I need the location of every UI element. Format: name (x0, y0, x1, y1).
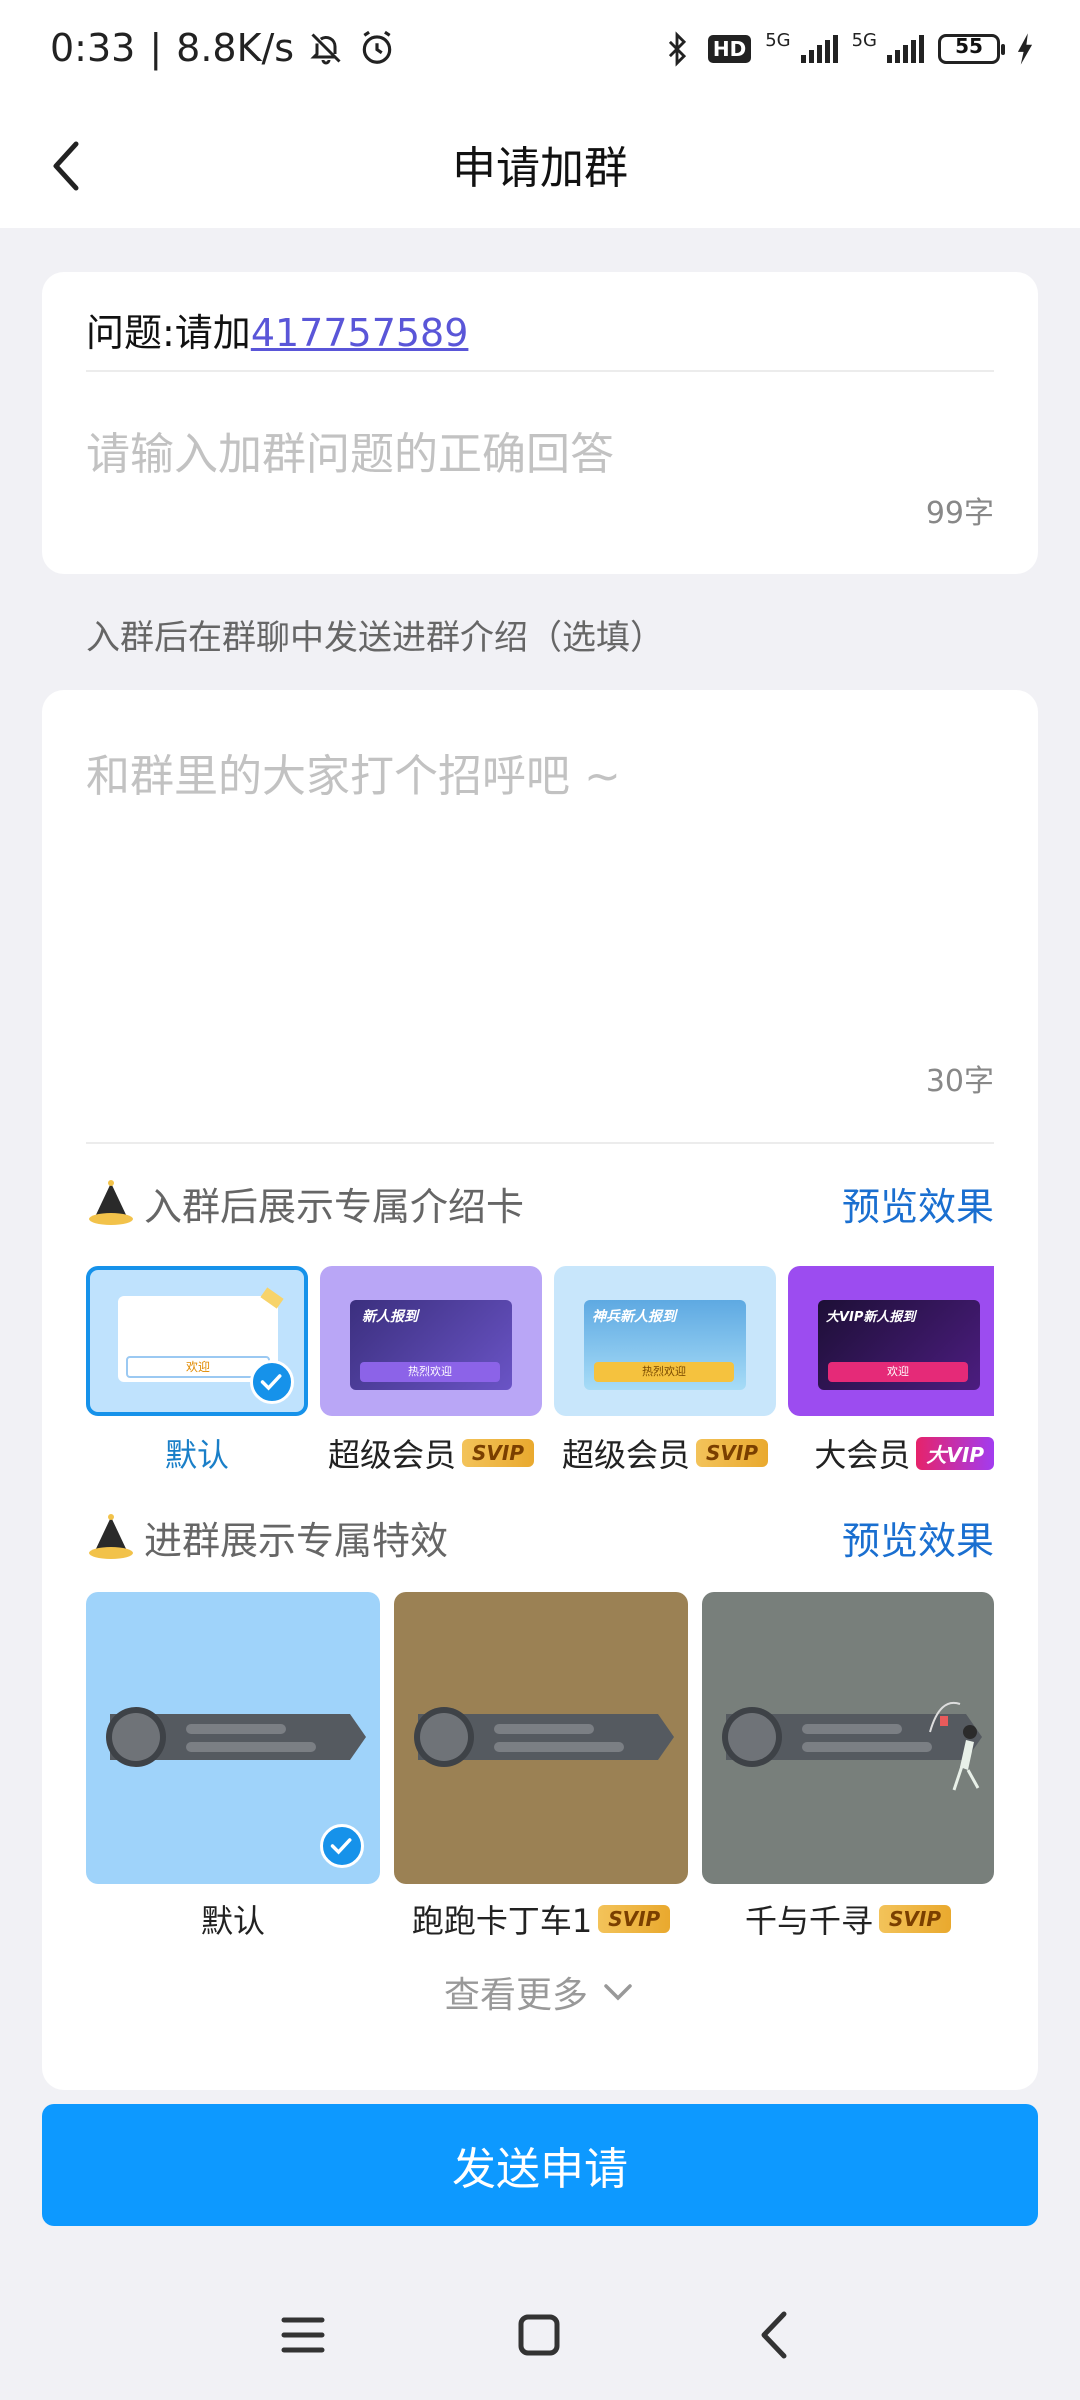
effect-tile-spirited-away[interactable] (702, 1592, 994, 1884)
charging-icon (1017, 33, 1033, 65)
tile-label-text: 大会员 (814, 1436, 911, 1474)
effect-banner-preview (414, 1707, 674, 1767)
network-type-1: 5G (765, 30, 791, 51)
thumb-button: 热烈欢迎 (594, 1362, 734, 1382)
thumb-title: 新人报到 (362, 1309, 418, 1325)
effects-title: 进群展示专属特效 (86, 1510, 448, 1565)
home-icon[interactable] (504, 2300, 574, 2370)
battery-icon: 55 (938, 34, 1005, 64)
system-nav-bar (0, 2280, 1080, 2390)
question-text: 问题:请加417757589 (86, 302, 468, 357)
status-right: HD 5G 5G 55 (660, 30, 1036, 68)
intro-card-tile-bigvip[interactable]: 大VIP新人报到 欢迎 (788, 1266, 994, 1416)
bell-off-icon (310, 33, 341, 65)
nav-header: 申请加群 (0, 104, 1080, 228)
back-nav-icon[interactable] (740, 2300, 810, 2370)
svip-badge: SVIP (696, 1439, 768, 1467)
intro-card-title: 入群后展示专属介绍卡 (86, 1176, 524, 1231)
intro-card-section-header: 入群后展示专属介绍卡 预览效果 (86, 1176, 994, 1231)
status-separator: | (149, 26, 163, 70)
thumb-button: 热烈欢迎 (360, 1362, 500, 1382)
thumb-title: 大VIP新人报到 (826, 1310, 916, 1325)
battery-level: 55 (955, 34, 983, 58)
bluetooth-icon (668, 31, 686, 67)
svip-badge: SVIP (598, 1905, 671, 1933)
view-more-button[interactable]: 查看更多 (42, 1966, 1038, 2018)
answer-input[interactable]: 请输入加群问题的正确回答 (86, 418, 614, 482)
send-request-button[interactable]: 发送申请 (42, 2104, 1038, 2226)
effect-tile-default[interactable] (86, 1592, 380, 1884)
chevron-down-icon (604, 1984, 632, 2001)
tile-label-text: 千与千寻 (745, 1902, 874, 1940)
tile-label-text: 超级会员 (562, 1436, 691, 1474)
effect-banner-preview (106, 1707, 366, 1767)
effects-section-header: 进群展示专属特效 预览效果 (86, 1510, 994, 1565)
intro-card-preview-link[interactable]: 预览效果 (842, 1176, 994, 1231)
answer-char-count: 99字 (925, 496, 994, 531)
question-prefix: 问题:请加 (86, 311, 251, 355)
intro-card-tile-svip-2[interactable]: 神兵新人报到 热烈欢迎 (554, 1266, 776, 1416)
intro-card-label-svip-1: 超级会员 SVIP (312, 1430, 550, 1476)
hd-icon: HD (707, 35, 752, 63)
intro-section-label: 入群后在群聊中发送进群介绍（选填） (86, 618, 664, 658)
intro-message-input[interactable]: 和群里的大家打个招呼吧 ~ (86, 740, 621, 804)
intro-card-title-text: 入群后展示专属介绍卡 (144, 1185, 525, 1229)
divider (86, 370, 994, 372)
intro-card-label-svip-2: 超级会员 SVIP (546, 1430, 784, 1476)
intro-card-label-bigvip: 大会员 大VIP (788, 1430, 994, 1476)
intro-card: 和群里的大家打个招呼吧 ~ 30字 入群后展示专属介绍卡 预览效果 欢迎 新人报… (42, 690, 1038, 2090)
page-title: 申请加群 (452, 143, 628, 194)
status-bar: 0:33 | 8.8K/s HD 5G 5G 55 (0, 0, 1080, 104)
thumb-button: 欢迎 (828, 1362, 968, 1382)
selected-check-icon (320, 1824, 364, 1868)
bell-hat-icon (89, 1513, 133, 1559)
svip-badge: SVIP (879, 1905, 951, 1933)
signal-icon-1 (800, 35, 838, 63)
effect-label-default: 默认 (86, 1896, 380, 1942)
svip-badge: SVIP (462, 1439, 534, 1467)
intro-card-label-default: 默认 (86, 1430, 308, 1476)
question-card: 问题:请加417757589 请输入加群问题的正确回答 99字 (42, 272, 1038, 574)
intro-char-count: 30字 (925, 1064, 994, 1099)
menu-icon[interactable] (268, 2300, 338, 2370)
tile-label-text: 跑跑卡丁车1 (411, 1902, 593, 1940)
selected-check-icon (250, 1360, 294, 1404)
intro-card-tile-default[interactable]: 欢迎 (86, 1266, 308, 1416)
effect-label-kart: 跑跑卡丁车1 SVIP (394, 1896, 688, 1942)
status-left: 0:33 | 8.8K/s (50, 26, 396, 70)
alarm-icon (362, 30, 392, 64)
tile-label-text: 默认 (200, 1902, 265, 1940)
bigvip-badge: 大VIP (916, 1436, 994, 1470)
network-type-2: 5G (851, 30, 877, 51)
effects-title-text: 进群展示专属特效 (144, 1519, 449, 1563)
divider (86, 1142, 994, 1144)
network-speed: 8.8K/s (176, 26, 295, 70)
question-link[interactable]: 417757589 (251, 311, 469, 355)
effects-preview-link[interactable]: 预览效果 (842, 1510, 994, 1565)
bell-hat-icon (89, 1179, 133, 1225)
tile-label-text: 超级会员 (328, 1436, 457, 1474)
intro-card-tile-svip-1[interactable]: 新人报到 热烈欢迎 (320, 1266, 542, 1416)
view-more-text: 查看更多 (443, 1975, 588, 2016)
effect-label-spirited-away: 千与千寻 SVIP (702, 1896, 994, 1942)
tile-label-text: 默认 (164, 1436, 229, 1474)
effect-tile-kart[interactable] (394, 1592, 688, 1884)
signal-icon-2 (887, 35, 924, 63)
thumb-title: 神兵新人报到 (592, 1309, 676, 1325)
character-icon (929, 1701, 980, 1791)
status-time: 0:33 (50, 26, 136, 70)
thumb-button: 欢迎 (126, 1356, 270, 1378)
